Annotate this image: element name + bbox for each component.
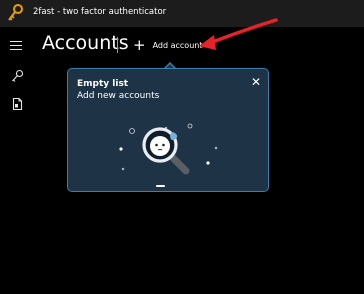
tip-scroll-indicator [156,185,165,187]
add-account-button[interactable]: + Add account [133,33,202,57]
window-title: 2fast - two factor authenticator [33,7,167,17]
file-icon[interactable] [11,97,24,111]
red-arrow-annotation [199,18,278,50]
tip-title: Empty list [77,79,129,89]
add-account-label: Add account [152,40,203,50]
key-icon[interactable] [11,69,24,83]
page-title: Accounts [42,32,129,54]
tip-subtitle: Add new accounts [77,91,160,101]
title-separator [117,37,118,53]
plus-icon: + [133,35,146,54]
command-bar: Accounts + Add account [0,27,364,64]
hamburger-icon[interactable] [10,41,22,51]
empty-list-teaching-tip: Empty list Add new accounts ✕ [67,68,269,192]
key-app-icon [8,4,23,21]
close-icon[interactable]: ✕ [249,75,263,89]
title-bar: 2fast - two factor authenticator [0,0,364,27]
magnifier-empty-illustration [119,123,218,175]
